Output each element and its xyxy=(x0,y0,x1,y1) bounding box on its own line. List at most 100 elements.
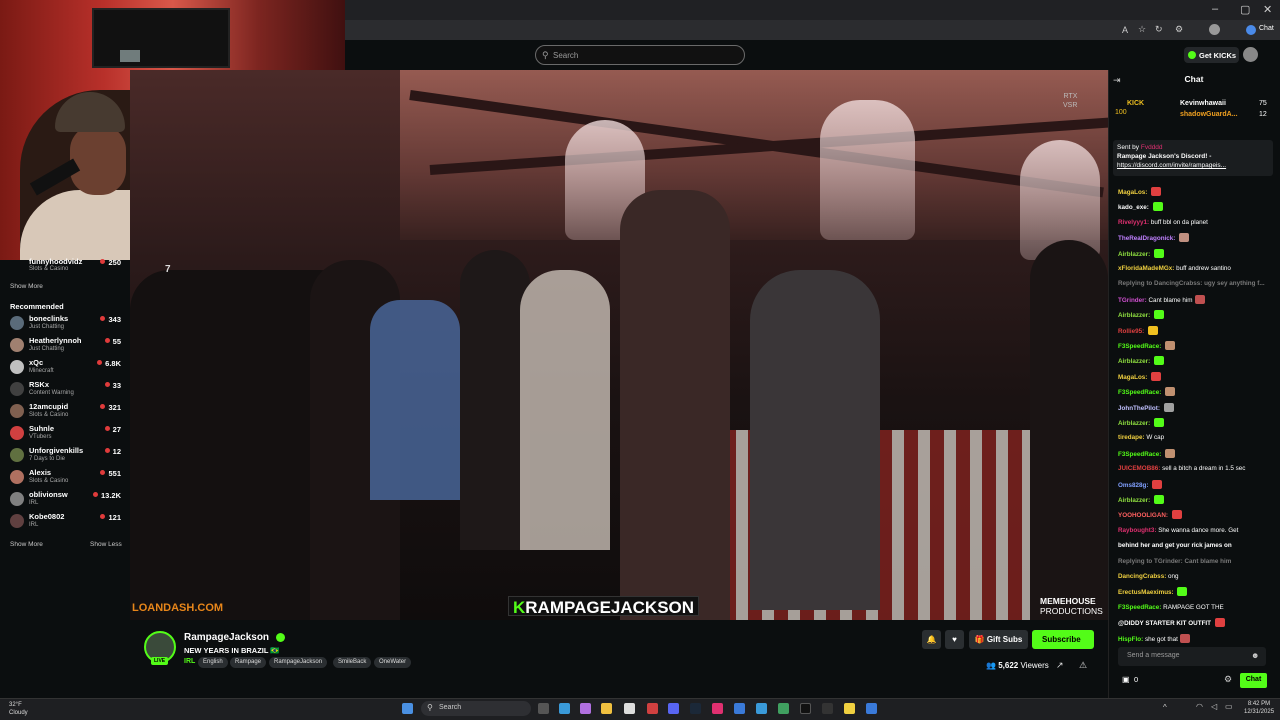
sidebar-item-kobe0802[interactable]: Kobe0802 IRL 121 xyxy=(10,511,123,531)
sidebar-item-top[interactable]: funnyhoodvidz Slots & Casino 250 xyxy=(10,256,123,276)
notification-bell-button[interactable]: 🔔 xyxy=(922,630,941,649)
edge-icon[interactable] xyxy=(559,703,570,714)
volume-icon[interactable]: ◁ xyxy=(1211,702,1217,711)
battery-icon[interactable]: ▭ xyxy=(1225,702,1233,711)
chat-username[interactable]: JUICEMOB86: xyxy=(1118,465,1160,472)
weather-widget[interactable]: 32°F Cloudy xyxy=(9,701,28,717)
chat-username[interactable]: JohnThePilot: xyxy=(1118,405,1160,412)
chat-username[interactable]: Airblazzer: xyxy=(1118,358,1150,365)
stream-category[interactable]: IRL xyxy=(184,658,195,665)
chat-message-input[interactable]: Send a message xyxy=(1118,647,1266,666)
sidebar-item-12amcupid[interactable]: 12amcupid Slots & Casino 321 xyxy=(10,401,123,421)
sidebar-item-heatherlynnoh[interactable]: Heatherlynnoh Just Chatting 55 xyxy=(10,335,123,355)
chat-message[interactable]: Raybought3: She wanna dance more. Get xyxy=(1118,526,1273,535)
search-input[interactable]: ⚲ Search xyxy=(535,45,745,65)
copilot-icon[interactable] xyxy=(1246,25,1256,35)
chat-message[interactable]: @DIDDY STARTER KIT OUTFIT xyxy=(1118,618,1273,628)
chat-message[interactable]: Rivelyyy1: buff bbl on da planet xyxy=(1118,218,1273,227)
chat-message[interactable]: JohnThePilot: xyxy=(1118,402,1273,413)
minimize-button[interactable]: – xyxy=(1212,3,1218,15)
discord-icon[interactable] xyxy=(668,703,679,714)
chat-message[interactable]: JUICEMOB86: sell a bitch a dream in 1.5 … xyxy=(1118,464,1273,473)
chat-message[interactable]: tiredape: W cap xyxy=(1118,433,1273,442)
show-more-link-2[interactable]: Show More xyxy=(10,541,43,548)
channel-name[interactable]: RampageJackson xyxy=(184,632,269,643)
chat-message[interactable]: F3SpeedRace: xyxy=(1118,387,1273,397)
chat-username[interactable]: @DIDDY STARTER KIT OUTFIT xyxy=(1118,620,1211,627)
subscribe-button[interactable]: Subscribe xyxy=(1032,630,1094,649)
chat-message[interactable]: ErectusMaeximus: xyxy=(1118,587,1273,597)
chat-username[interactable]: behind her and get your rick james on xyxy=(1118,542,1232,549)
chat-message[interactable]: Rollie95: xyxy=(1118,325,1273,336)
share-icon[interactable]: ↗ xyxy=(1056,660,1064,671)
chat-username[interactable]: Replying to TGrinder: Cant blame him xyxy=(1118,558,1231,565)
sidebar-item-xqc[interactable]: xQc Minecraft 6.8K xyxy=(10,357,123,377)
chat-message[interactable]: Airblazzer: xyxy=(1118,310,1273,320)
get-kicks-button[interactable]: Get KICKs xyxy=(1184,47,1239,63)
file-explorer-icon[interactable] xyxy=(601,703,612,714)
sidebar-item-alexis[interactable]: Alexis Slots & Casino 551 xyxy=(10,467,123,487)
maximize-button[interactable]: ▢ xyxy=(1240,3,1250,16)
chat-username[interactable]: HispFlo: xyxy=(1118,636,1143,643)
chat-message[interactable]: Airblazzer: xyxy=(1118,248,1273,259)
chat-username[interactable]: tiredape: xyxy=(1118,434,1145,441)
browser-chat-label[interactable]: Chat xyxy=(1259,25,1274,32)
chat-message[interactable]: Airblazzer: xyxy=(1118,495,1273,505)
close-window-button[interactable]: ✕ xyxy=(1263,3,1272,16)
chat-message[interactable]: F3SpeedRace: RAMPAGE GOT THE xyxy=(1118,603,1273,612)
chat-username[interactable]: TheRealDragonick: xyxy=(1118,235,1175,242)
terminal-icon[interactable] xyxy=(822,703,833,714)
gift-subs-button[interactable]: 🎁 Gift Subs xyxy=(969,630,1028,649)
app-icon-4[interactable] xyxy=(866,703,877,714)
chat-username[interactable]: MagaLos: xyxy=(1118,189,1147,196)
chat-username[interactable]: F3SpeedRace: xyxy=(1118,389,1161,396)
app-icon-2[interactable] xyxy=(756,703,767,714)
taskbar-clock[interactable]: 8:42 PM 12/31/2025 xyxy=(1244,700,1274,716)
chat-message[interactable]: TGrinder: Cant blame him xyxy=(1118,294,1273,305)
tag-smileback[interactable]: SmileBack xyxy=(333,657,372,668)
store-icon[interactable] xyxy=(624,703,635,714)
read-aloud-icon[interactable]: A xyxy=(1122,25,1128,35)
chat-username[interactable]: Replying to DancingCrabss: ugy sey anyth… xyxy=(1118,280,1265,287)
chat-message[interactable]: Airblazzer: xyxy=(1118,356,1273,366)
chat-send-button[interactable]: Chat xyxy=(1240,673,1267,688)
tiktok-icon[interactable] xyxy=(800,703,811,714)
tag-rampagejackson[interactable]: RampageJackson xyxy=(269,657,328,668)
profile-icon[interactable] xyxy=(1209,24,1220,35)
chat-message[interactable]: TheRealDragonick: xyxy=(1118,233,1273,243)
chat-username[interactable]: kado_exe: xyxy=(1118,204,1149,211)
tag-onewater[interactable]: OneWater xyxy=(374,657,412,668)
chat-username[interactable]: Raybought3: xyxy=(1118,527,1156,534)
sidebar-item-oblivionsw[interactable]: oblivionsw IRL 13.2K xyxy=(10,489,123,509)
chat-message[interactable]: MagaLos: xyxy=(1118,371,1273,382)
tray-chevron-icon[interactable]: ^ xyxy=(1163,703,1167,712)
chat-message[interactable]: MagaLos: xyxy=(1118,187,1273,197)
chat-username[interactable]: YOOHOOLIGAN: xyxy=(1118,512,1168,519)
pinned-message[interactable]: Sent by Fvdddd Rampage Jackson's Discord… xyxy=(1113,140,1273,176)
chat-message[interactable]: kado_exe: xyxy=(1118,202,1273,212)
taskbar-search[interactable]: ⚲ Search xyxy=(421,701,531,716)
wifi-icon[interactable]: ◠ xyxy=(1196,702,1203,711)
chat-username[interactable]: xFloridaMadeMGx: xyxy=(1118,265,1174,272)
sidebar-item-unforgivenkills[interactable]: Unforgivenkills 7 Days to Die 12 xyxy=(10,445,123,465)
chat-message[interactable]: HispFlo: she got that xyxy=(1118,633,1273,644)
refresh-icon[interactable]: ↻ xyxy=(1155,24,1163,35)
chat-message[interactable]: Replying to DancingCrabss: ugy sey anyth… xyxy=(1118,279,1273,288)
chat-username[interactable]: Airblazzer: xyxy=(1118,420,1150,427)
chat-message[interactable]: xFloridaMadeMGx: buff andrew santino xyxy=(1118,264,1273,273)
chat-username[interactable]: MagaLos: xyxy=(1118,374,1147,381)
chat-username[interactable]: Airblazzer: xyxy=(1118,497,1150,504)
chat-message[interactable]: behind her and get your rick james on xyxy=(1118,541,1273,550)
sidebar-item-boneclinks[interactable]: boneclinks Just Chatting 343 xyxy=(10,313,123,333)
chat-message[interactable]: Oms828g: xyxy=(1118,479,1273,490)
follow-heart-button[interactable]: ♥ xyxy=(945,630,964,649)
app-icon[interactable] xyxy=(734,703,745,714)
report-icon[interactable]: ⚠ xyxy=(1079,660,1087,671)
chat-username[interactable]: ErectusMaeximus: xyxy=(1118,589,1174,596)
chat-message[interactable]: F3SpeedRace: xyxy=(1118,341,1273,351)
chat-username[interactable]: Airblazzer: xyxy=(1118,312,1150,319)
chat-username[interactable]: F3SpeedRace: xyxy=(1118,451,1161,458)
instagram-icon[interactable] xyxy=(712,703,723,714)
chat-username[interactable]: F3SpeedRace: xyxy=(1118,343,1161,350)
tag-rampage[interactable]: Rampage xyxy=(230,657,267,668)
